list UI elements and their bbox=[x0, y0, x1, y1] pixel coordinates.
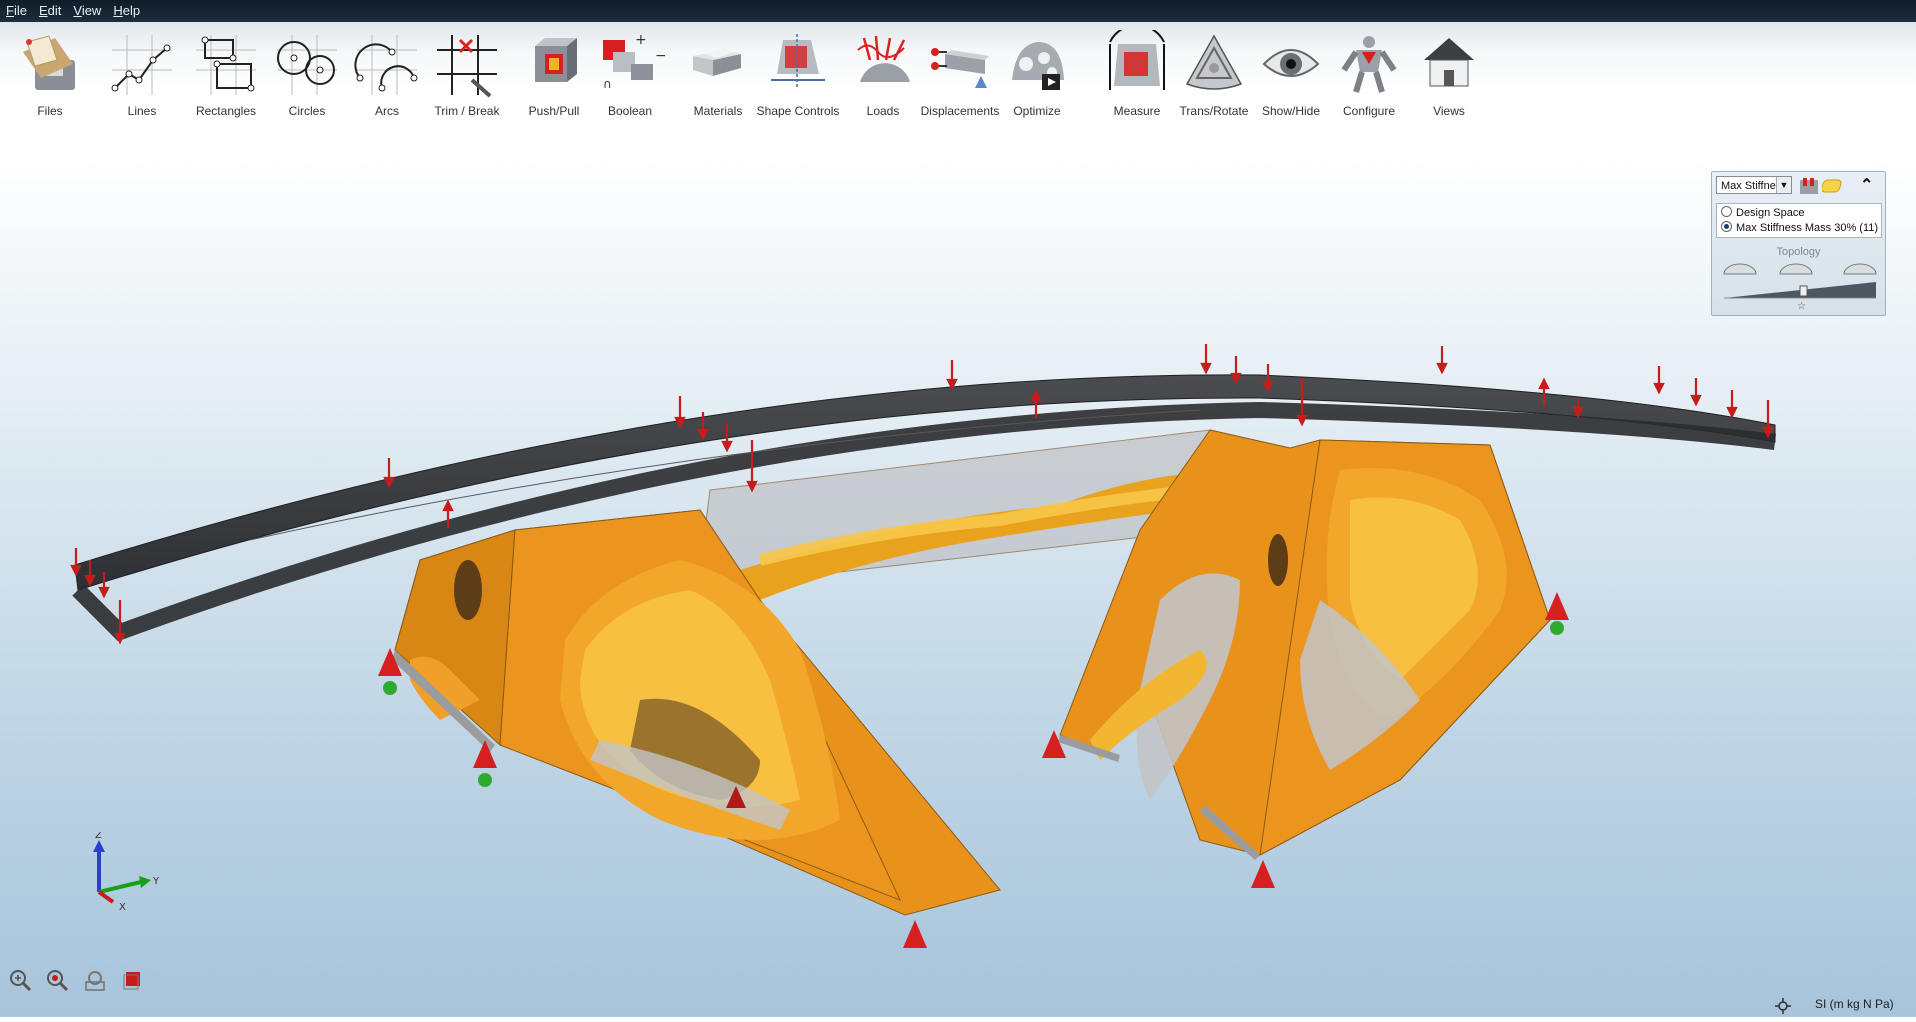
load-arrow bbox=[383, 458, 395, 489]
boolean-icon: + − ∩ bbox=[603, 32, 665, 91]
axis-triad: Z Y X bbox=[93, 832, 160, 912]
zoom-fit-icon[interactable] bbox=[45, 968, 69, 992]
chevron-down-icon[interactable]: ▼ bbox=[1776, 177, 1791, 193]
topology-label: Topology bbox=[1776, 246, 1821, 258]
units-status[interactable]: SI (m kg N Pa) bbox=[1815, 997, 1894, 1011]
3d-viewport[interactable]: Z Y X bbox=[0, 140, 1916, 1017]
slider-handle[interactable] bbox=[1799, 285, 1808, 297]
load-arrow bbox=[1762, 400, 1774, 439]
zoom-window-icon[interactable] bbox=[83, 968, 107, 992]
views-label: Views bbox=[1433, 104, 1465, 118]
radio-icon[interactable] bbox=[1721, 206, 1732, 217]
axis-z-label: Z bbox=[95, 832, 102, 841]
study-select[interactable]: Max Stiffne ▼ bbox=[1716, 176, 1792, 194]
views-button[interactable]: Views bbox=[1409, 30, 1489, 122]
loads-icon bbox=[857, 35, 910, 82]
crosshair-icon bbox=[1775, 998, 1791, 1014]
support-cone bbox=[1251, 860, 1275, 888]
axis-x-label: X bbox=[119, 902, 126, 912]
shape-controls-icon bbox=[771, 34, 825, 88]
load-arrow bbox=[674, 396, 686, 429]
svg-text:∩: ∩ bbox=[603, 77, 612, 91]
measure-icon bbox=[1109, 30, 1165, 90]
svg-text:−: − bbox=[655, 48, 665, 64]
load-arrow bbox=[1726, 390, 1738, 419]
configure-icon bbox=[1341, 36, 1397, 93]
zoom-in-icon[interactable] bbox=[8, 968, 32, 992]
trans-rotate-icon bbox=[1185, 34, 1243, 90]
show-hide-icon bbox=[1262, 49, 1320, 77]
circles-icon bbox=[277, 35, 337, 95]
displacements-icon bbox=[931, 48, 989, 88]
topology-slider[interactable]: ☆ bbox=[1720, 262, 1880, 310]
load-arrow bbox=[1200, 344, 1212, 375]
support-cone bbox=[903, 920, 927, 948]
menu-bar: File Edit View Help bbox=[0, 0, 146, 22]
result-option-design-space[interactable]: Design Space bbox=[1721, 206, 1805, 219]
menu-view[interactable]: View bbox=[67, 0, 107, 22]
box-select-icon[interactable] bbox=[122, 968, 146, 992]
files-icon bbox=[23, 35, 75, 90]
trim-break-icon bbox=[437, 35, 497, 98]
views-icon bbox=[1424, 38, 1474, 87]
star-icon: ☆ bbox=[1797, 301, 1806, 310]
materials-icon bbox=[693, 48, 741, 76]
rectangles-icon bbox=[196, 35, 256, 95]
optimize-icon bbox=[1012, 42, 1064, 90]
radio-selected-icon[interactable] bbox=[1721, 221, 1732, 232]
load-arrow bbox=[70, 548, 82, 577]
design-space-icon[interactable] bbox=[1822, 176, 1846, 196]
study-select-value: Max Stiffne bbox=[1721, 180, 1776, 192]
result-option-max-stiffness[interactable]: Max Stiffness Mass 30% (11) bbox=[1721, 221, 1878, 234]
optimized-shape-icon[interactable] bbox=[1798, 176, 1820, 196]
title-bar bbox=[0, 0, 1916, 22]
menu-file[interactable]: File bbox=[0, 0, 33, 22]
collapse-panel-icon[interactable]: ⌃ bbox=[1860, 175, 1873, 195]
load-arrow bbox=[1653, 366, 1665, 395]
load-arrow bbox=[946, 360, 958, 391]
axis-y-label: Y bbox=[152, 876, 160, 887]
model-scene[interactable] bbox=[0, 140, 1916, 1017]
result-list: Design Space Max Stiffness Mass 30% (11) bbox=[1716, 203, 1882, 238]
push-pull-icon bbox=[535, 38, 577, 82]
lines-icon bbox=[111, 35, 172, 95]
menu-edit[interactable]: Edit bbox=[33, 0, 67, 22]
svg-text:+: + bbox=[635, 32, 647, 48]
load-arrow bbox=[1230, 356, 1242, 385]
files-button[interactable]: Files bbox=[10, 30, 90, 122]
load-arrow bbox=[1690, 378, 1702, 407]
arcs-icon bbox=[354, 35, 418, 95]
menu-help[interactable]: Help bbox=[107, 0, 146, 22]
support-cone bbox=[1545, 592, 1569, 635]
load-arrow bbox=[1436, 346, 1448, 375]
optimize-button[interactable]: Optimize bbox=[997, 30, 1077, 122]
results-panel: Max Stiffne ▼ ⌃ Design Space Max Stiffne… bbox=[1711, 171, 1886, 316]
